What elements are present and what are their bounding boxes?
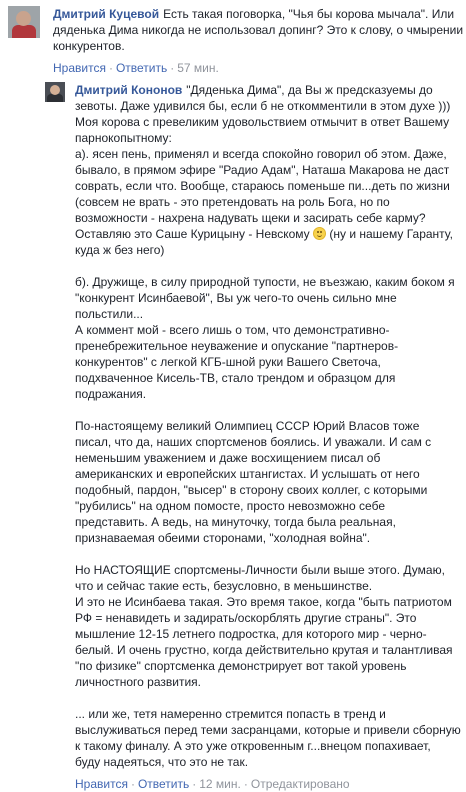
comment-line: конкурентов.	[53, 39, 125, 53]
comment-line: бывало, в прямом эфире "Радио Адам", Нат…	[75, 163, 450, 177]
comment-line: конкурентов" с легкой КГБ-шной руки Ваше…	[75, 355, 381, 369]
comment-thread: Дмитрий Куцевой Есть такая поговорка, "Чь…	[0, 0, 466, 791]
comment-body: Дмитрий Кононов "Дяденька Дима", да Вы ж …	[75, 82, 463, 792]
comment-line-text: Есть такая поговорка, "Чья бы корова мыч…	[163, 7, 455, 21]
separator-dot: ·	[192, 777, 197, 791]
comment-actions: Нравится · Ответить · 12 мин. · Отредактирован…	[75, 776, 463, 792]
paragraph: б). Дружище, в силу природной тупости, н…	[75, 274, 463, 402]
comment-line: "конкурент Исинбаевой", Вы уж чего-то оч…	[75, 291, 397, 305]
comment-line: пренебрежительное неуважение и опускание…	[75, 339, 399, 353]
comment-line: личностного развития.	[75, 675, 201, 689]
comment-line: признаваемая обеими сторонами, "холодная…	[75, 531, 371, 545]
separator-dot: ·	[243, 777, 248, 791]
author-name[interactable]: Дмитрий Куцевой	[53, 7, 159, 21]
avatar-face	[16, 11, 31, 26]
avatar-face	[50, 85, 60, 95]
reply-link[interactable]: Ответить	[138, 777, 189, 791]
comment-line: Дмитрий Куцевой Есть такая поговорка, "Чь…	[53, 6, 463, 22]
like-link[interactable]: Нравится	[53, 61, 106, 75]
comment-line: польстили...	[75, 307, 144, 321]
comment-line: (совсем не врать - это претендовать на р…	[75, 195, 390, 209]
separator-dot: ·	[108, 61, 113, 75]
comment-line: буду надеяться, что это не так.	[75, 755, 249, 769]
comment-line: "рубились" на одном помосте, просто нево…	[75, 499, 385, 513]
comment-text: Дмитрий Куцевой Есть такая поговорка, "Чь…	[53, 6, 463, 54]
comment-line: писал, что да, наших спортсменов боялись…	[75, 435, 432, 449]
paragraph: По-настоящему великий Олимпиец СССР Юрий…	[75, 418, 463, 546]
avatar[interactable]	[8, 6, 40, 38]
comment-line: соврать, если что. Вообще, стараюсь поме…	[75, 179, 450, 193]
comment-line: Моя корова с превеликим удовольствием от…	[75, 115, 450, 129]
paragraph: Дмитрий Кононов "Дяденька Дима", да Вы ж …	[75, 82, 463, 258]
timestamp[interactable]: 57 мин.	[177, 61, 219, 75]
edited-label[interactable]: Отредактировано	[251, 777, 350, 791]
comment-text: Дмитрий Кононов "Дяденька Дима", да Вы ж …	[75, 82, 463, 770]
comment-line: выслуживаться перед теми засранцами, кот…	[75, 723, 461, 737]
avatar[interactable]	[45, 82, 65, 102]
comment-line: А коммент мой - всего лишь о том, что де…	[75, 323, 390, 337]
comment-line: неменьшим уважением и даже восхищением п…	[75, 451, 381, 465]
comment-line: дяденька Дима никогда не использовал доп…	[53, 23, 464, 37]
comment-body: Дмитрий Куцевой Есть такая поговорка, "Чь…	[53, 6, 463, 76]
timestamp[interactable]: 12 мин.	[199, 777, 241, 791]
comment-line: представить. А ведь, на минуточку, тогда…	[75, 515, 396, 529]
comment-line: парнокопытному:	[75, 131, 172, 145]
comment-line: "по физике" спортсменка демонстрирует во…	[75, 659, 407, 673]
comment-line: а). ясен пень, применял и всегда спокойн…	[75, 147, 447, 161]
like-link[interactable]: Нравится	[75, 777, 128, 791]
smile-emoji-icon	[313, 227, 327, 240]
avatar-figure	[12, 25, 36, 38]
comment-line: американских и европейских штангистах. И…	[75, 467, 420, 481]
comment-line-text: Оставляю это Саше Курицыну - Невскому	[75, 227, 310, 241]
separator-dot: ·	[170, 61, 175, 75]
avatar-figure	[47, 94, 63, 102]
comment-line: РФ = ненавидеть и задирать/оскорблять др…	[75, 611, 417, 625]
comment-line: зевоты. Даже удивился бы, если б не отко…	[75, 99, 451, 113]
comment-actions: Нравится · Ответить · 57 мин.	[53, 60, 463, 76]
comment-line: ... или же, тетя намеренно стремится поп…	[75, 707, 386, 721]
comment-line: б). Дружище, в силу природной тупости, н…	[75, 275, 455, 289]
comment-line: подобный, пардон, "высер" в сторону свои…	[75, 483, 428, 497]
comment-line: возможности - нахрена надувать щеки и за…	[75, 211, 426, 225]
comment-line: Оставляю это Саше Курицыну - Невскому (н…	[75, 226, 463, 242]
comment-line: подражания.	[75, 387, 147, 401]
separator-dot: ·	[130, 777, 135, 791]
comment-line: подхваченное Кисель-ТВ, стало трендом и …	[75, 371, 396, 385]
comment-line: И это не Исинбаева такая. Это время тако…	[75, 595, 452, 609]
paragraph: Но НАСТОЯЩИЕ спортсмены-Личности были вы…	[75, 562, 463, 690]
comment-line: Но НАСТОЯЩИЕ спортсмены-Личности были вы…	[75, 563, 445, 577]
comment-line: Дмитрий Кононов "Дяденька Дима", да Вы ж …	[75, 82, 463, 98]
comment-line-text: (ну и нашему Гаранту,	[329, 227, 453, 241]
comment-line: По-настоящему великий Олимпиец СССР Юрий…	[75, 419, 420, 433]
comment-line: что и сейчас такие есть, безусловно, в м…	[75, 579, 373, 593]
comment-line: белый. И очень грустно, когда действител…	[75, 643, 453, 657]
reply-link[interactable]: Ответить	[116, 61, 167, 75]
paragraph: ... или же, тетя намеренно стремится поп…	[75, 706, 463, 770]
comment-line: к такому финалу. А это уже откровенным г…	[75, 739, 431, 753]
comment-line: мышление 12-15 летнего подростка, для ко…	[75, 627, 427, 641]
author-name[interactable]: Дмитрий Кононов	[75, 83, 182, 97]
comment-line: куда ж без него)	[75, 243, 165, 257]
comment-line-text: "Дяденька Дима", да Вы ж предсказуемы до	[186, 83, 433, 97]
